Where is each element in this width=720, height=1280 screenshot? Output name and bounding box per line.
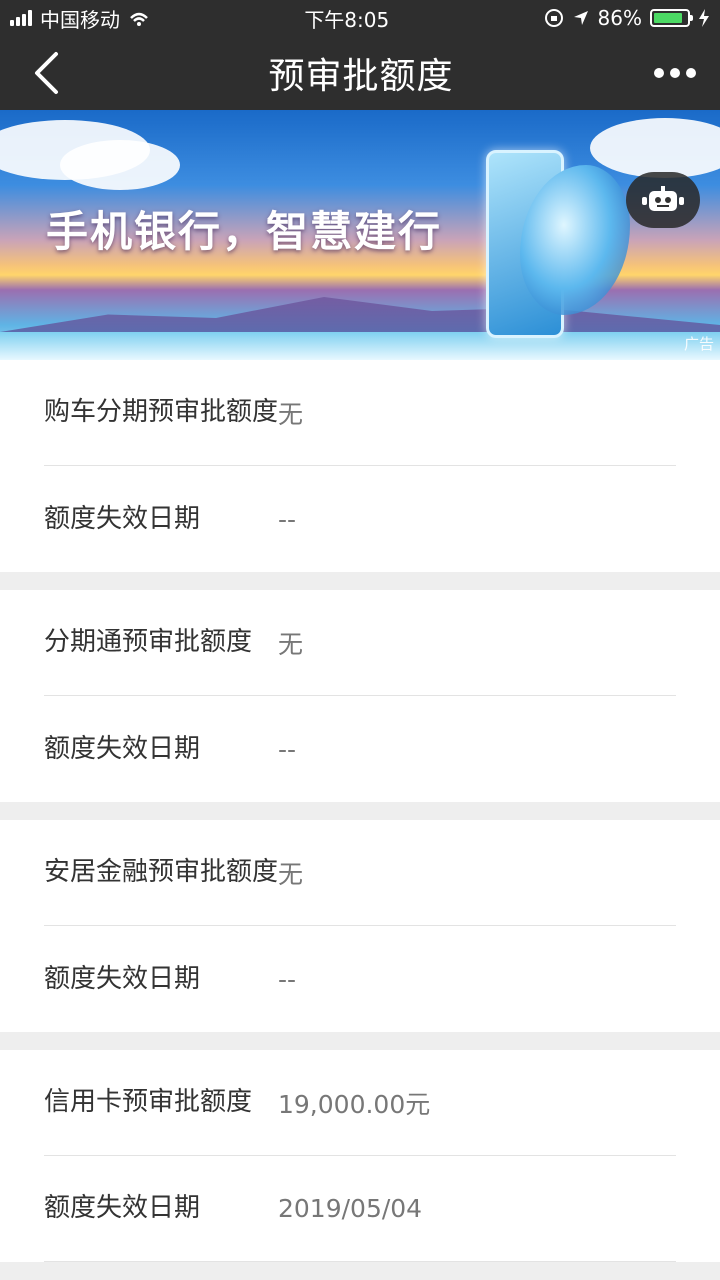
more-button[interactable] <box>653 68 696 78</box>
charging-icon <box>699 9 709 27</box>
expiry-label: 额度失效日期 <box>44 1193 201 1223</box>
expiry-value: -- <box>278 504 297 534</box>
quota-label: 信用卡预审批额度 <box>44 1087 253 1117</box>
quota-value: 无 <box>278 399 304 429</box>
nav-bar: 预审批额度 <box>0 36 720 110</box>
page-title: 预审批额度 <box>268 56 454 97</box>
expiry-row: 额度失效日期 -- <box>44 696 676 802</box>
clock: 下午8:05 <box>304 7 390 32</box>
status-left: 中国移动 <box>10 4 150 33</box>
expiry-label: 额度失效日期 <box>44 963 201 994</box>
robot-icon <box>642 186 684 211</box>
status-right: 86% <box>544 6 710 30</box>
quota-value: 无 <box>278 629 304 659</box>
ad-label: 广告 <box>683 335 714 353</box>
quota-label: 安居金融预审批额度 <box>44 857 279 887</box>
quota-section-installment: 分期通预审批额度 无 额度失效日期 -- <box>0 590 720 802</box>
quota-label: 购车分期预审批额度 <box>44 397 279 427</box>
quota-value: 19,000.00元 <box>278 1089 431 1119</box>
signal-icon <box>10 10 32 26</box>
quota-row: 分期通预审批额度 无 <box>44 590 676 696</box>
expiry-label: 额度失效日期 <box>44 503 201 534</box>
expiry-value: -- <box>278 734 297 764</box>
chevron-left-icon <box>35 52 58 94</box>
expiry-label: 额度失效日期 <box>44 733 201 764</box>
assistant-button[interactable] <box>626 172 700 228</box>
quota-section-credit-card: 信用卡预审批额度 19,000.00元 额度失效日期 2019/05/04 <box>0 1050 720 1262</box>
sea-graphic <box>0 332 720 360</box>
expiry-value: -- <box>278 964 297 994</box>
quota-section-housing: 安居金融预审批额度 无 额度失效日期 -- <box>0 820 720 1032</box>
wifi-icon <box>130 12 148 26</box>
expiry-value: 2019/05/04 <box>278 1194 423 1223</box>
quota-section-car: 购车分期预审批额度 无 额度失效日期 -- <box>0 360 720 572</box>
battery-fill <box>654 13 682 23</box>
quota-value: 无 <box>278 859 304 889</box>
battery-percent: 86% <box>597 6 642 30</box>
ad-banner[interactable]: 手机银行，智慧建行 广告 <box>0 110 720 360</box>
more-dots-icon <box>653 68 664 78</box>
carrier-name: 中国移动 <box>40 7 120 32</box>
quota-row: 信用卡预审批额度 19,000.00元 <box>44 1050 676 1156</box>
quota-row: 购车分期预审批额度 无 <box>44 360 676 466</box>
orientation-lock-icon <box>544 9 563 27</box>
expiry-row: 额度失效日期 -- <box>44 926 676 1032</box>
banner-slogan: 手机银行，智慧建行 <box>46 207 443 256</box>
location-icon <box>573 11 588 25</box>
expiry-row: 额度失效日期 2019/05/04 <box>44 1156 676 1262</box>
back-button[interactable] <box>32 49 68 97</box>
battery-icon <box>650 9 693 27</box>
quota-row: 安居金融预审批额度 无 <box>44 820 676 926</box>
quota-list: 购车分期预审批额度 无 额度失效日期 -- 分期通预审批额度 无 额度失效日期 … <box>0 360 720 1262</box>
status-bar: 中国移动 下午8:05 86% <box>0 0 720 36</box>
expiry-row: 额度失效日期 -- <box>44 466 676 572</box>
quota-label: 分期通预审批额度 <box>44 627 253 657</box>
